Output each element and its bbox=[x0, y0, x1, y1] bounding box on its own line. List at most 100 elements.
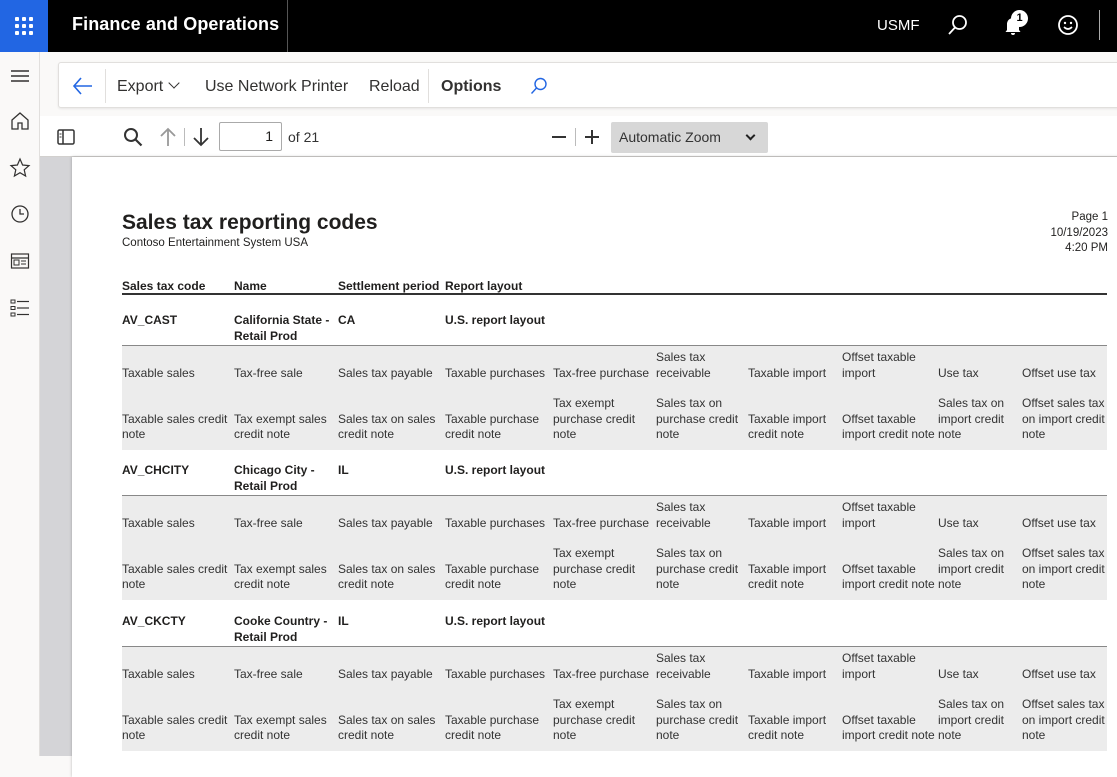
code-label-line bbox=[234, 546, 327, 562]
code-label-line: Sales tax on bbox=[656, 396, 723, 410]
code-label-line bbox=[1022, 350, 1096, 366]
code-label: Sales tax on import credit note bbox=[938, 396, 1004, 443]
home-icon[interactable] bbox=[9, 110, 31, 132]
code-label: Tax-free purchase bbox=[553, 500, 649, 531]
code-label-line bbox=[748, 500, 826, 516]
code-label-line: Taxable import bbox=[748, 411, 827, 426]
code-label: Sales tax on purchase credit note bbox=[656, 396, 738, 443]
zoom-in-icon[interactable] bbox=[581, 126, 603, 148]
divider bbox=[575, 128, 576, 146]
code-label-line: Offset taxable bbox=[842, 350, 916, 364]
code-label-line: purchase credit bbox=[553, 561, 636, 576]
code-label: Offset use tax bbox=[1022, 500, 1096, 531]
code-label-line bbox=[842, 396, 935, 412]
clock-icon[interactable] bbox=[9, 203, 31, 225]
code-label: Offset sales tax on import credit note bbox=[1022, 546, 1105, 593]
code-label-line bbox=[338, 697, 435, 713]
app-title[interactable]: Finance and Operations bbox=[72, 14, 279, 35]
search-icon[interactable] bbox=[529, 76, 549, 96]
code-label-line bbox=[445, 697, 539, 713]
code-label: Taxable import bbox=[748, 651, 826, 682]
code-label-line: Taxable import bbox=[748, 561, 827, 576]
app-launcher-button[interactable] bbox=[0, 0, 48, 52]
code-label-line: credit note bbox=[445, 427, 502, 441]
code-label-line: Tax-free purchase bbox=[553, 666, 650, 681]
code-label: Sales tax on sales credit note bbox=[338, 697, 435, 744]
use-network-printer-button[interactable]: Use Network Printer bbox=[205, 78, 348, 96]
code-label-line bbox=[938, 500, 979, 516]
code-label: Taxable sales bbox=[122, 651, 195, 682]
code-label-line: Tax exempt bbox=[553, 697, 615, 711]
code-label-line: Tax-free sale bbox=[234, 515, 303, 530]
zoom-select[interactable]: Automatic Zoom bbox=[611, 122, 768, 153]
code-label-line: Tax-free purchase bbox=[553, 515, 650, 530]
code-label-line: Offset taxable bbox=[842, 500, 916, 514]
record-rule bbox=[122, 646, 1107, 647]
column-header: Name bbox=[234, 279, 267, 293]
code-label: Tax-free sale bbox=[234, 500, 303, 531]
sidebar-toggle-icon[interactable] bbox=[55, 126, 77, 148]
code-label-line: credit note bbox=[338, 728, 395, 742]
code-label-line: Tax exempt sales bbox=[234, 411, 327, 426]
previous-page-icon[interactable] bbox=[157, 126, 179, 148]
divider bbox=[1099, 10, 1100, 40]
code-label-line: on import credit bbox=[1022, 561, 1105, 576]
code-label: Offset taxable import bbox=[842, 500, 916, 531]
record-block: AV_CKCTY Cooke Country - Retail Prod IL U.S.… bbox=[72, 614, 1117, 764]
code-label-line: Offset use tax bbox=[1022, 365, 1096, 380]
code-label-line: credit note bbox=[234, 577, 291, 591]
code-label-line: credit note bbox=[338, 577, 395, 591]
code-label-line bbox=[338, 651, 433, 667]
app-launcher-icon bbox=[15, 17, 33, 35]
code-label: Offset taxable import credit note bbox=[842, 546, 935, 593]
report-meta: Page 1 10/19/2023 4:20 PM bbox=[1050, 210, 1108, 257]
options-tab[interactable]: Options bbox=[441, 78, 501, 96]
code-label-line: note bbox=[122, 728, 146, 742]
code-label-line: import bbox=[842, 666, 876, 681]
export-button[interactable]: Export bbox=[117, 77, 180, 96]
left-navigation bbox=[0, 52, 40, 756]
code-label: Sales tax on import credit note bbox=[938, 697, 1004, 744]
zoom-out-icon[interactable] bbox=[548, 126, 570, 148]
record-name: Cooke Country - Retail Prod bbox=[234, 614, 327, 645]
next-page-icon[interactable] bbox=[190, 126, 212, 148]
code-label-line: note bbox=[553, 577, 577, 591]
code-label: Taxable sales credit note bbox=[122, 697, 227, 744]
code-label: Taxable purchase credit note bbox=[445, 396, 539, 443]
hamburger-icon[interactable] bbox=[9, 65, 31, 87]
code-label-line: import credit bbox=[938, 561, 1005, 576]
list-icon[interactable] bbox=[9, 297, 31, 319]
code-label-line: import credit note bbox=[842, 577, 935, 591]
code-label: Sales tax on sales credit note bbox=[338, 396, 435, 443]
notification-badge: 1 bbox=[1011, 10, 1028, 27]
find-icon[interactable] bbox=[122, 126, 144, 148]
code-label-line: note bbox=[938, 577, 962, 591]
reload-button[interactable]: Reload bbox=[369, 78, 420, 96]
smiley-icon[interactable] bbox=[1056, 13, 1080, 37]
code-label-line bbox=[445, 651, 545, 667]
settlement-period: CA bbox=[338, 313, 356, 327]
code-label-line: Taxable sales credit bbox=[122, 411, 228, 426]
code-label: Sales tax on purchase credit note bbox=[656, 546, 738, 593]
code-label-line bbox=[122, 651, 195, 667]
code-label-line bbox=[748, 396, 826, 412]
code-label-line: Sales tax bbox=[656, 651, 706, 665]
workspace-icon[interactable] bbox=[9, 250, 31, 272]
code-label-line: Taxable sales credit bbox=[122, 712, 228, 727]
code-label: Sales tax on purchase credit note bbox=[656, 697, 738, 744]
pdf-viewer[interactable]: Sales tax reporting codes Contoso Entert… bbox=[40, 157, 1117, 777]
code-label-line: Sales tax on bbox=[656, 697, 723, 711]
code-label-line: Offset use tax bbox=[1022, 515, 1096, 530]
top-bar: Finance and Operations USMF 1 bbox=[0, 0, 1117, 52]
code-label-line: Tax exempt bbox=[553, 546, 615, 560]
report-layout: U.S. report layout bbox=[445, 463, 546, 477]
star-icon[interactable] bbox=[9, 157, 31, 179]
report-subtitle: Contoso Entertainment System USA bbox=[122, 237, 308, 249]
code-label-line: Sales tax payable bbox=[338, 515, 433, 530]
code-label-line bbox=[938, 350, 979, 366]
search-icon[interactable] bbox=[946, 13, 970, 37]
company-picker[interactable]: USMF bbox=[877, 17, 920, 34]
back-arrow-icon[interactable] bbox=[71, 75, 95, 97]
page-number-input[interactable]: 1 bbox=[219, 122, 282, 151]
code-label: Tax-free purchase bbox=[553, 350, 649, 381]
